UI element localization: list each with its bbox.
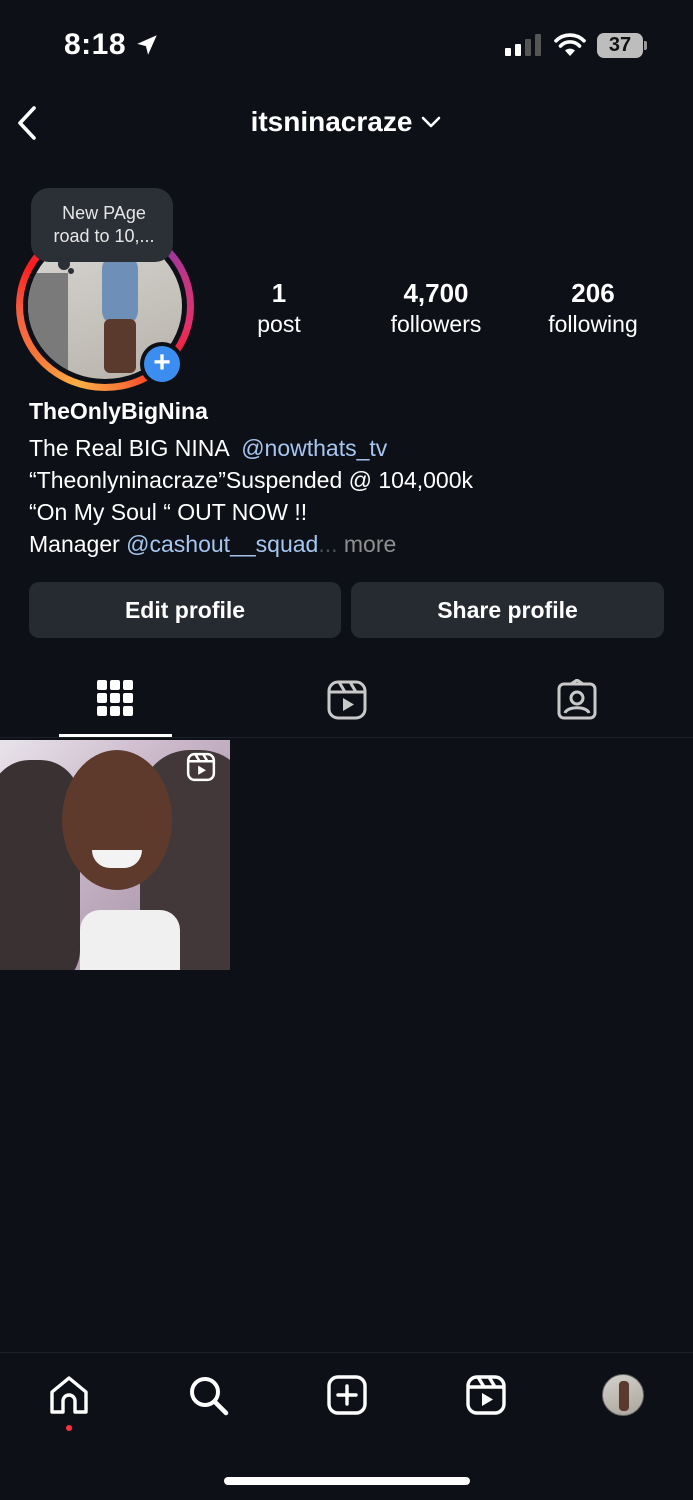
search-icon[interactable]: [187, 1374, 229, 1416]
display-name: TheOnlyBigNina: [29, 398, 208, 424]
reel-badge-icon: [186, 752, 216, 782]
following-count: 206: [571, 278, 615, 308]
notification-dot: [66, 1425, 72, 1431]
bio-text: Manager: [29, 531, 127, 557]
bio-more-link[interactable]: more: [338, 531, 396, 557]
followers-stat[interactable]: 4,700 followers: [376, 278, 496, 338]
create-icon[interactable]: [326, 1374, 368, 1416]
following-stat[interactable]: 206 following: [533, 278, 653, 338]
followers-label: followers: [390, 311, 482, 337]
posts-count: 1: [271, 278, 287, 308]
profile-note[interactable]: New PAge road to 10,...: [31, 188, 173, 262]
note-line-2: road to 10,...: [53, 226, 155, 246]
cellular-signal-icon: [505, 34, 541, 56]
status-time: 8:18: [64, 28, 127, 61]
home-icon[interactable]: [48, 1374, 90, 1416]
bio-line-3: “On My Soul “ OUT NOW !!: [29, 499, 308, 525]
username-title[interactable]: itsninacraze: [251, 106, 413, 138]
bio-text: The Real BIG NINA: [29, 435, 242, 461]
bottom-nav-divider: [0, 1352, 693, 1353]
active-tab-indicator: [59, 734, 172, 737]
followers-count: 4,700: [403, 278, 469, 308]
battery-nub: [644, 41, 647, 50]
bio-line-2: “Theonlyninacraze”Suspended @ 104,000k: [29, 467, 474, 493]
reels-icon[interactable]: [465, 1374, 507, 1416]
account-switcher[interactable]: itsninacraze: [0, 106, 693, 138]
following-label: following: [548, 311, 638, 337]
edit-profile-button[interactable]: Edit profile: [29, 582, 341, 638]
add-story-plus-icon[interactable]: +: [144, 346, 180, 382]
tagged-icon[interactable]: [556, 679, 598, 721]
grid-icon[interactable]: [96, 679, 134, 717]
bio-mention-link[interactable]: @nowthats_tv: [241, 435, 387, 461]
home-indicator[interactable]: [224, 1477, 470, 1485]
reels-icon[interactable]: [326, 679, 368, 721]
profile-tab-avatar[interactable]: [602, 1374, 644, 1416]
bio-mention-link[interactable]: @cashout__squad: [126, 531, 318, 557]
chevron-down-icon[interactable]: [420, 115, 442, 129]
posts-label: post: [257, 311, 301, 337]
tab-divider: [0, 737, 693, 738]
bio-ellipsis: ...: [318, 531, 338, 557]
share-profile-button[interactable]: Share profile: [351, 582, 664, 638]
wifi-icon: [554, 33, 586, 56]
posts-stat[interactable]: 1 post: [239, 278, 319, 338]
note-tail: [68, 268, 74, 274]
note-line-1: New PAge: [62, 203, 146, 223]
bio-line-4: Manager @cashout__squad... more: [29, 528, 396, 560]
bio-line-1: The Real BIG NINA @nowthats_tv: [29, 432, 387, 464]
battery-indicator: 37: [597, 33, 643, 58]
location-arrow-icon: [137, 35, 157, 55]
